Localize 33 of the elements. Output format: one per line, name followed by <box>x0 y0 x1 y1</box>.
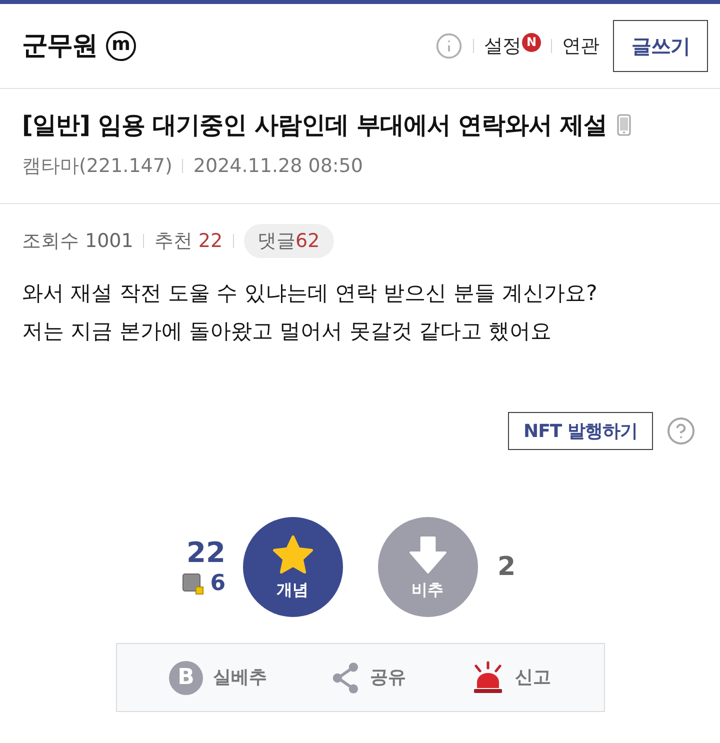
stat-label: 추천 <box>154 228 192 254</box>
body-text: 저는 지금 본가에 돌아왔고 멀어서 못갈것 같다고 했어요 <box>22 318 553 345</box>
new-badge: N <box>522 32 541 52</box>
post-title: [일반] 임용 대기중인 사람인데 부대에서 연락와서 제설 <box>22 110 608 141</box>
stat-value: 22 <box>198 228 223 254</box>
nft-mint-button[interactable]: NFT 발행하기 <box>508 412 653 450</box>
tile-icon <box>182 573 204 595</box>
siren-icon <box>471 660 505 694</box>
action-button[interactable]: 공유 <box>332 662 406 694</box>
stat-label: 조회수 <box>22 228 79 254</box>
post-date: 2024.11.28 08:50 <box>193 154 363 179</box>
author-name[interactable]: 캠타마(221.147) <box>22 153 172 179</box>
info-icon[interactable] <box>435 32 463 60</box>
stat-value: 1001 <box>85 228 134 254</box>
help-icon[interactable] <box>666 416 696 446</box>
header-link[interactable]: 설정 <box>484 32 521 60</box>
down-arrow-icon <box>408 534 448 576</box>
share-icon <box>332 662 360 694</box>
best-upvote-count: 6 <box>210 570 226 598</box>
body-text: 와서 재설 작전 도울 수 있냐는데 연락 받으신 분들 계신가요? <box>22 280 598 307</box>
letter-badge-icon: B <box>169 660 203 694</box>
site-logo[interactable]: 군무원 <box>22 26 97 66</box>
upvote-count: 22 <box>186 536 226 570</box>
comment-count-button[interactable]: 댓글62 <box>244 224 334 258</box>
mobile-phone-icon <box>617 114 632 136</box>
header-link[interactable]: 연관 <box>562 32 599 60</box>
upvote-button[interactable]: 개념 <box>242 517 342 617</box>
star-icon <box>270 534 314 576</box>
action-button[interactable]: 신고 <box>471 660 551 694</box>
write-button[interactable]: 글쓰기 <box>613 20 708 72</box>
downvote-count: 2 <box>498 552 516 582</box>
logo-mark: m <box>106 31 136 61</box>
action-button[interactable]: B 실베추 <box>169 660 267 694</box>
